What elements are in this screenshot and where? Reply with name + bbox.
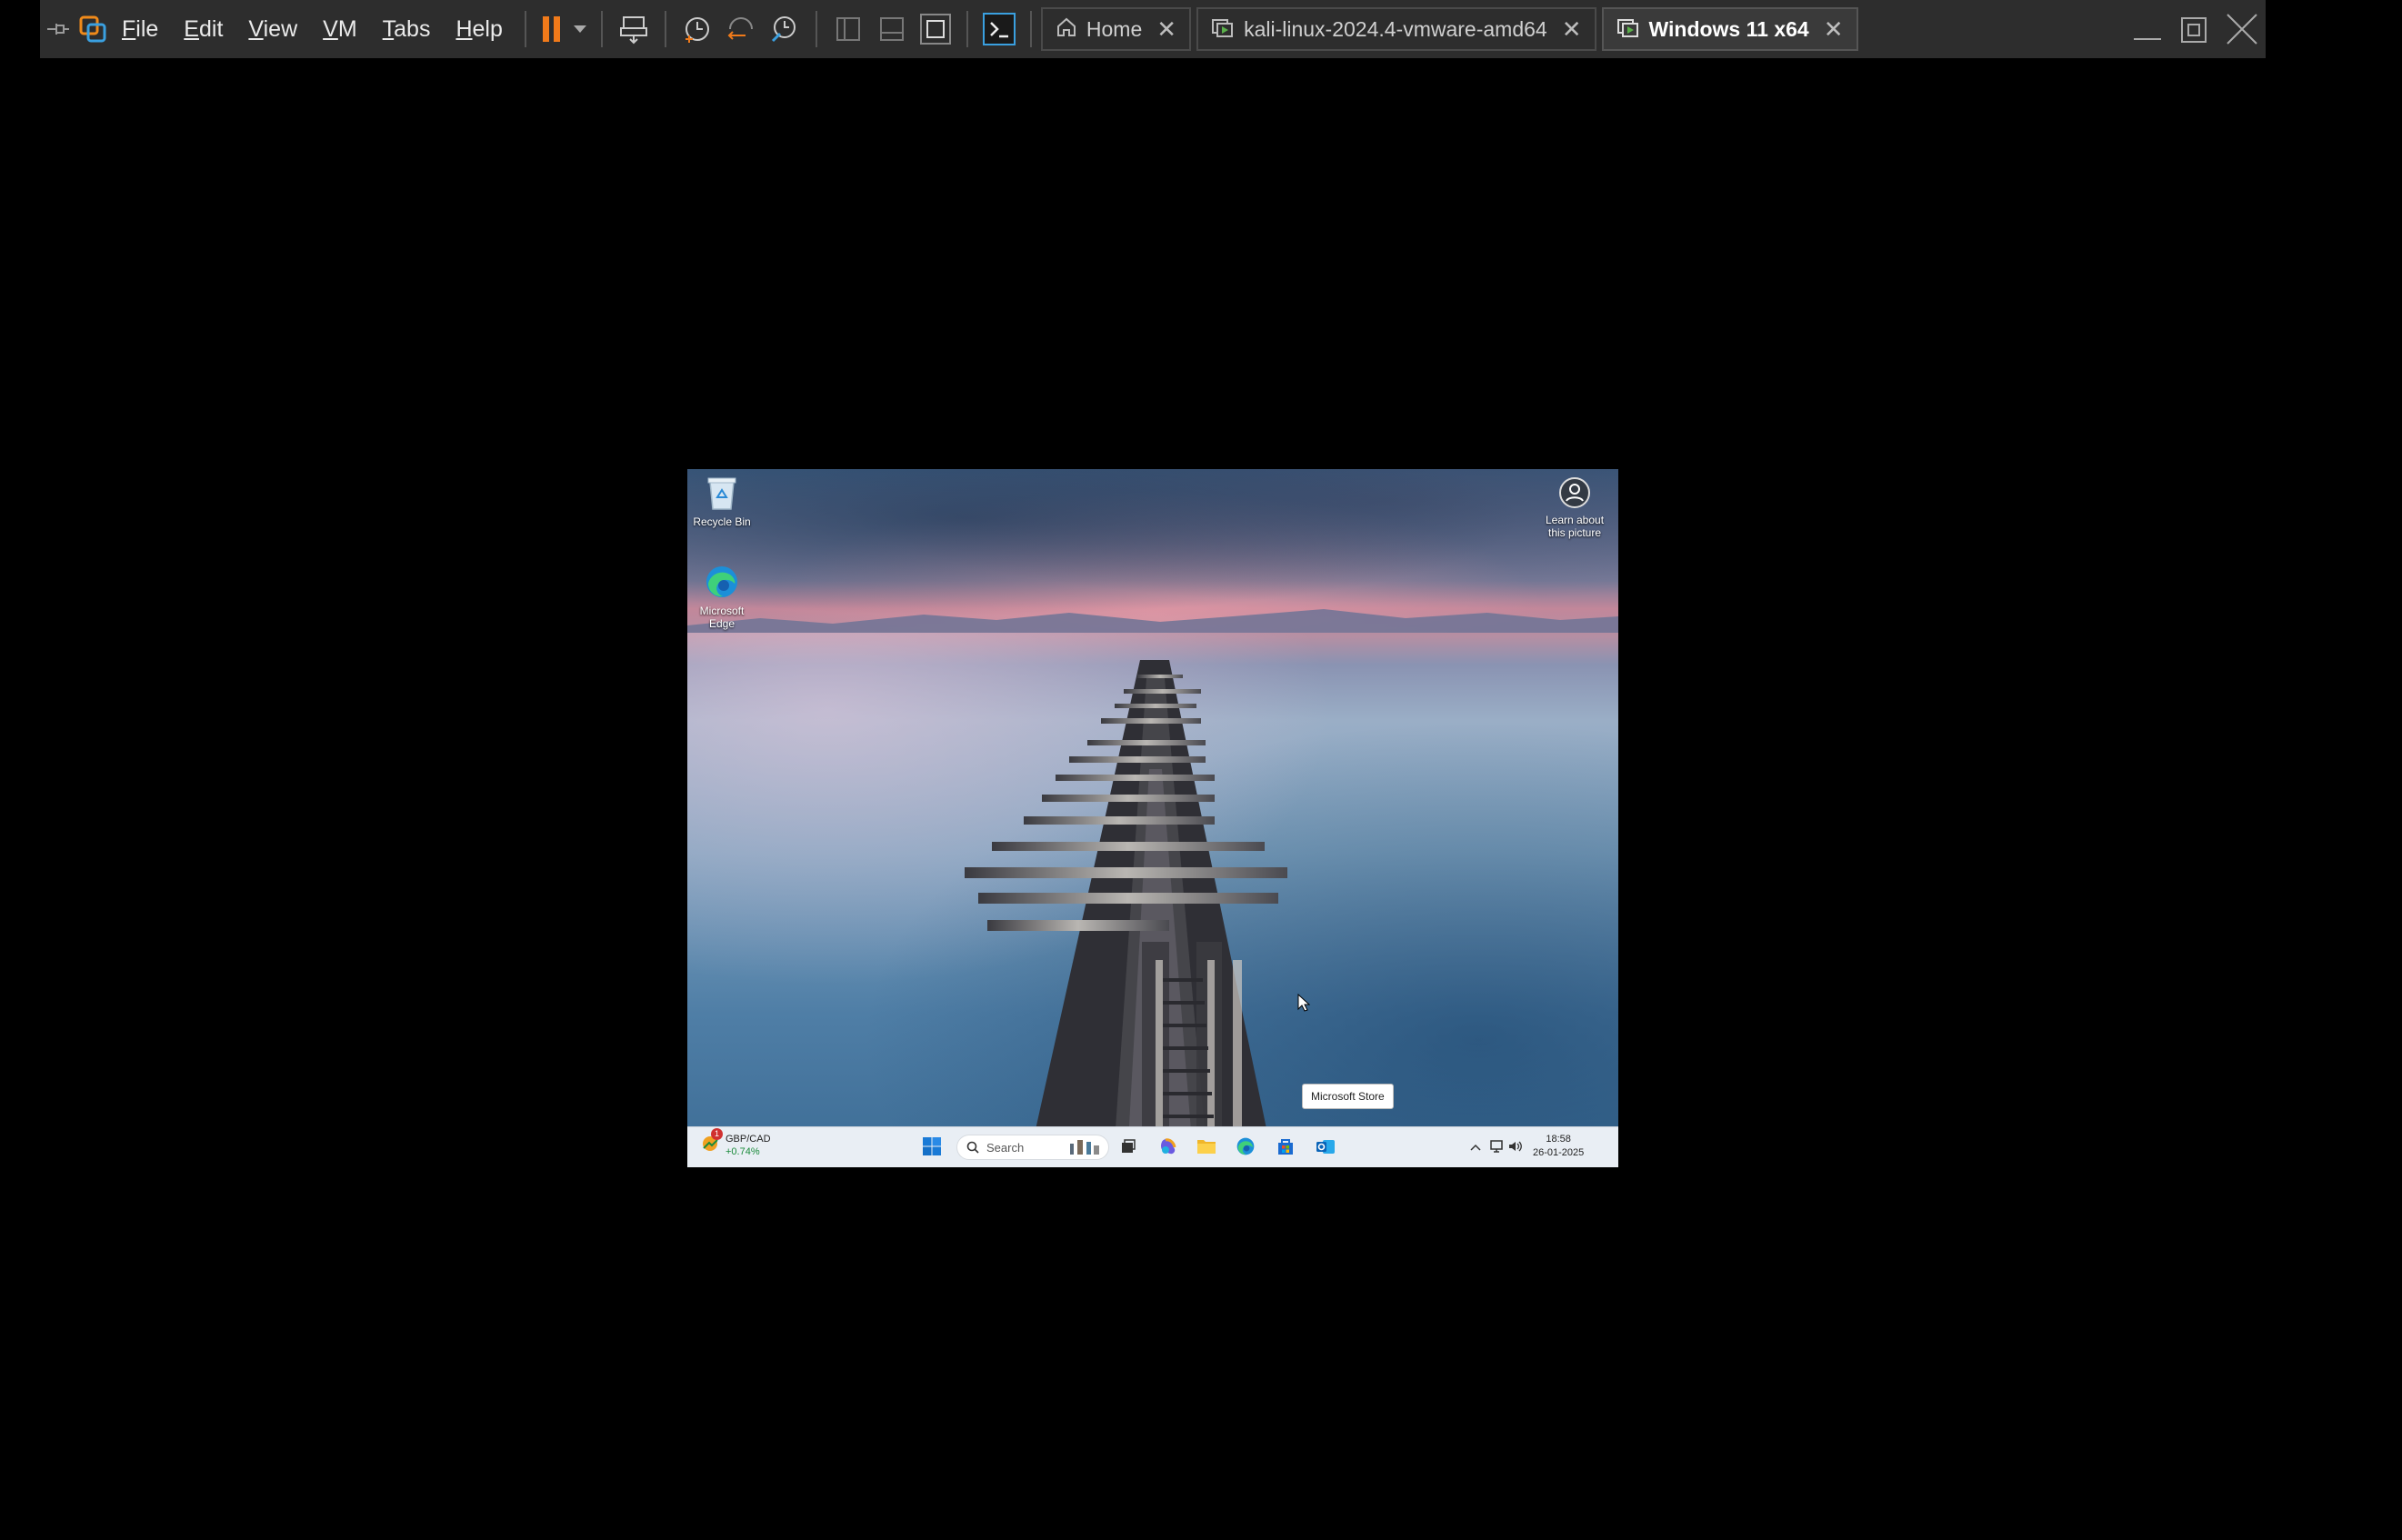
tab-label: Home (1086, 16, 1143, 41)
snapshot-manager-icon[interactable] (763, 0, 806, 58)
chevron-up-icon (1469, 1140, 1482, 1156)
microsoft-store-button[interactable] (1274, 1136, 1297, 1160)
home-icon (1056, 16, 1077, 43)
menu-help[interactable]: Help (443, 0, 515, 58)
toolbar-separator (664, 11, 666, 47)
outlook-button[interactable] (1314, 1136, 1337, 1160)
edge-icon (704, 566, 740, 604)
show-thumbnail-bar-icon[interactable] (870, 0, 914, 58)
menu-edit[interactable]: Edit (171, 0, 235, 58)
close-icon[interactable]: ✕ (1824, 15, 1844, 44)
desktop-icon-learn-about-picture[interactable]: Learn about this picture (1538, 476, 1611, 539)
toolbar-separator (815, 11, 817, 47)
pin-icon[interactable] (40, 0, 76, 58)
search-icon (966, 1141, 979, 1154)
close-window-icon[interactable] (2218, 0, 2266, 58)
snapshot-revert-icon[interactable] (719, 0, 763, 58)
desktop-icon-microsoft-edge[interactable]: Microsoft Edge (687, 564, 758, 630)
notification-badge: 1 (711, 1127, 723, 1140)
desktop-icon-label: Recycle Bin (693, 515, 751, 528)
windows-taskbar: 1 GBP/CAD +0.74% Search 18:58 26-01-2025 (687, 1126, 1618, 1167)
tab-home[interactable]: Home ✕ (1040, 7, 1192, 51)
close-icon[interactable]: ✕ (1156, 15, 1176, 44)
edge-taskbar-button[interactable] (1234, 1136, 1257, 1160)
copilot-icon (1158, 1136, 1178, 1161)
toolbar-separator (966, 11, 968, 47)
tab-windows-11[interactable]: Windows 11 x64 ✕ (1601, 7, 1858, 51)
full-screen-icon[interactable] (914, 0, 957, 58)
volume-control[interactable] (1504, 1136, 1527, 1160)
desktop-icon-label: Learn about this picture (1545, 514, 1605, 539)
restore-icon[interactable] (2171, 0, 2218, 58)
wallpaper-pier (965, 660, 1287, 1142)
toolbar-separator (524, 11, 526, 47)
taskbar-search-box[interactable]: Search (956, 1135, 1109, 1160)
task-view-button[interactable] (1116, 1136, 1140, 1160)
close-icon[interactable]: ✕ (1562, 15, 1582, 44)
system-clock[interactable]: 18:58 26-01-2025 (1533, 1133, 1584, 1160)
start-icon (922, 1136, 942, 1161)
start-button[interactable] (920, 1136, 944, 1160)
toolbar-separator (600, 11, 603, 47)
speaker-icon (1507, 1139, 1524, 1158)
widgets-button[interactable]: 1 GBP/CAD +0.74% (700, 1127, 771, 1158)
vmware-logo-icon (76, 0, 109, 58)
file-explorer-icon (1196, 1137, 1216, 1160)
stock-trend-icon: 1 (700, 1127, 723, 1158)
copilot-button[interactable] (1156, 1136, 1180, 1160)
vm-icon (1211, 16, 1235, 43)
vmware-toolbar: File Edit View VM Tabs Help Home ✕ kali-… (40, 0, 2266, 58)
desktop-icon-recycle-bin[interactable]: Recycle Bin (687, 475, 758, 528)
file-explorer-button[interactable] (1195, 1136, 1218, 1160)
widget-change: +0.74% (726, 1146, 760, 1157)
pause-icon[interactable] (535, 0, 568, 58)
vm-display[interactable]: Recycle Bin Microsoft Edge Learn about t… (687, 469, 1618, 1167)
microsoft-store-icon (1276, 1136, 1296, 1161)
recycle-bin-icon (705, 477, 739, 515)
show-hidden-icons-button[interactable] (1464, 1136, 1487, 1160)
clock-time: 18:58 (1546, 1134, 1571, 1145)
search-highlight-icon (1066, 1138, 1103, 1156)
tab-kali-linux[interactable]: kali-linux-2024.4-vmware-amd64 ✕ (1196, 7, 1596, 51)
menu-view[interactable]: View (235, 0, 310, 58)
console-view-icon[interactable] (977, 0, 1021, 58)
tab-label: kali-linux-2024.4-vmware-amd64 (1244, 16, 1547, 41)
spotlight-camera-icon (1558, 477, 1591, 513)
edge-icon (1236, 1136, 1256, 1161)
show-library-icon[interactable] (826, 0, 870, 58)
send-ctrl-alt-del-icon[interactable] (612, 0, 656, 58)
menu-tabs[interactable]: Tabs (370, 0, 444, 58)
desktop-icon-label: Microsoft Edge (699, 605, 745, 630)
minimize-icon[interactable] (2124, 0, 2171, 58)
menu-vm[interactable]: VM (310, 0, 370, 58)
toolbar-separator (1029, 11, 1032, 47)
search-placeholder: Search (986, 1140, 1025, 1155)
vm-icon (1616, 16, 1640, 43)
power-dropdown-icon[interactable] (568, 0, 592, 58)
mouse-cursor-icon (1297, 994, 1310, 1012)
menu-file[interactable]: File (109, 0, 171, 58)
clock-date: 26-01-2025 (1533, 1147, 1585, 1158)
tab-label: Windows 11 x64 (1648, 16, 1809, 41)
task-view-icon (1119, 1137, 1137, 1160)
snapshot-take-icon[interactable] (676, 0, 719, 58)
outlook-icon (1316, 1136, 1336, 1161)
taskbar-tooltip: Microsoft Store (1302, 1084, 1394, 1109)
widget-title: GBP/CAD (726, 1134, 771, 1145)
